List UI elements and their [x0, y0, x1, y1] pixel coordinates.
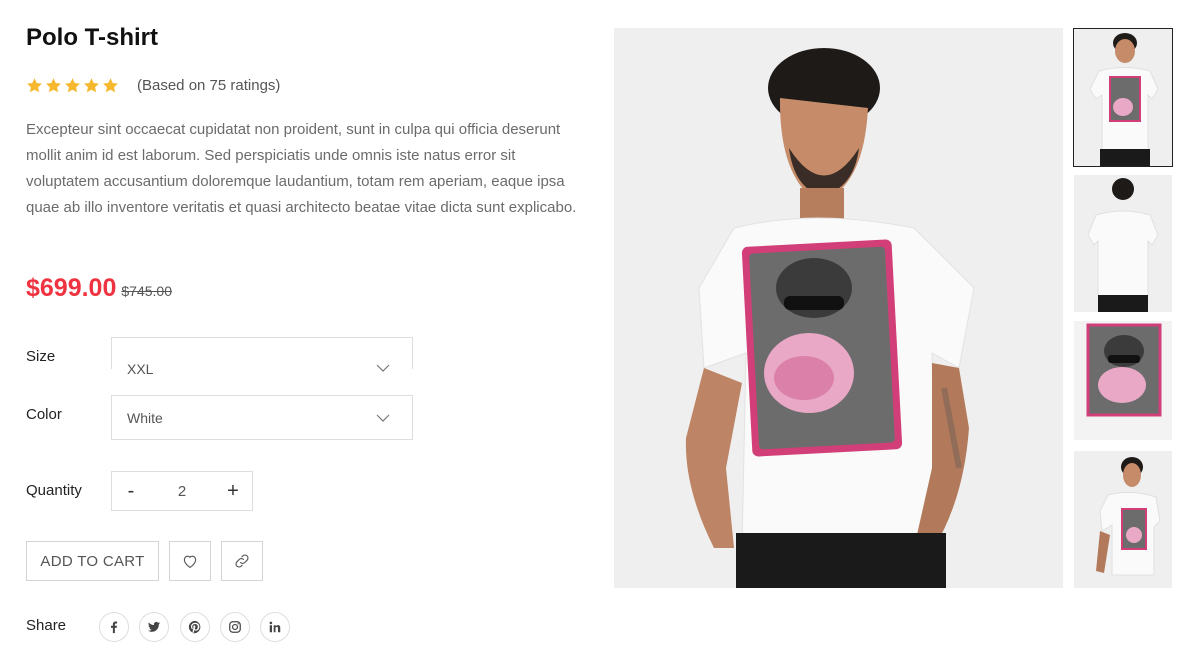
- quantity-decrease-button[interactable]: -: [112, 472, 150, 510]
- star-rating: [26, 77, 119, 94]
- thumbnail-image: [1074, 451, 1172, 588]
- color-select[interactable]: White: [111, 395, 413, 440]
- thumbnail-print-detail[interactable]: [1074, 321, 1172, 440]
- star-icon: [103, 78, 118, 93]
- thumbnail-image: [1074, 175, 1172, 312]
- tshirt-model-photo: [614, 28, 1063, 588]
- quantity-stepper: - 2 +: [111, 471, 253, 511]
- color-label: Color: [26, 406, 62, 423]
- thumbnail-image: [1074, 29, 1172, 166]
- pinterest-icon: [188, 620, 201, 634]
- thumbnail-front[interactable]: [1073, 28, 1173, 167]
- old-price: $745.00: [121, 283, 172, 299]
- thumbnail-side[interactable]: [1074, 451, 1172, 588]
- copy-link-button[interactable]: [221, 541, 263, 581]
- thumbnail-image: [1074, 321, 1172, 440]
- facebook-icon: [111, 621, 118, 634]
- quantity-increase-button[interactable]: +: [214, 472, 252, 510]
- twitter-share-button[interactable]: [139, 612, 169, 642]
- link-icon: [235, 554, 249, 568]
- star-icon: [46, 78, 61, 93]
- chevron-down-icon: [376, 414, 390, 422]
- linkedin-share-button[interactable]: [260, 612, 290, 642]
- add-to-cart-button[interactable]: ADD TO CART: [26, 541, 159, 581]
- star-icon: [27, 78, 42, 93]
- pinterest-share-button[interactable]: [180, 612, 210, 642]
- heart-icon: [183, 555, 197, 569]
- product-description: Excepteur sint occaecat cupidatat non pr…: [26, 121, 577, 216]
- facebook-share-button[interactable]: [99, 612, 129, 642]
- color-select-value: White: [127, 409, 163, 426]
- current-price: $699.00: [26, 274, 117, 302]
- chevron-down-icon: [376, 364, 390, 372]
- share-label: Share: [26, 617, 67, 634]
- size-select[interactable]: XXL: [111, 337, 413, 377]
- instagram-share-button[interactable]: [220, 612, 250, 642]
- price-row: $699.00 $745.00: [26, 274, 172, 303]
- star-icon: [65, 78, 80, 93]
- twitter-icon: [147, 621, 161, 632]
- wishlist-button[interactable]: [169, 541, 211, 581]
- linkedin-icon: [269, 621, 281, 633]
- quantity-label: Quantity: [26, 482, 82, 499]
- size-select-value: XXL: [127, 361, 154, 377]
- thumbnail-back[interactable]: [1074, 175, 1172, 312]
- rating-count-text: (Based on 75 ratings): [137, 77, 281, 94]
- product-page: Polo T-shirt (Based on 75 ratings) Excep…: [0, 0, 1200, 670]
- instagram-icon: [229, 621, 241, 633]
- main-product-image[interactable]: [614, 28, 1063, 588]
- quantity-value[interactable]: 2: [150, 483, 214, 500]
- product-title: Polo T-shirt: [26, 24, 158, 51]
- size-label: Size: [26, 348, 56, 365]
- star-icon: [84, 78, 99, 93]
- rating-row: (Based on 75 ratings): [26, 77, 280, 94]
